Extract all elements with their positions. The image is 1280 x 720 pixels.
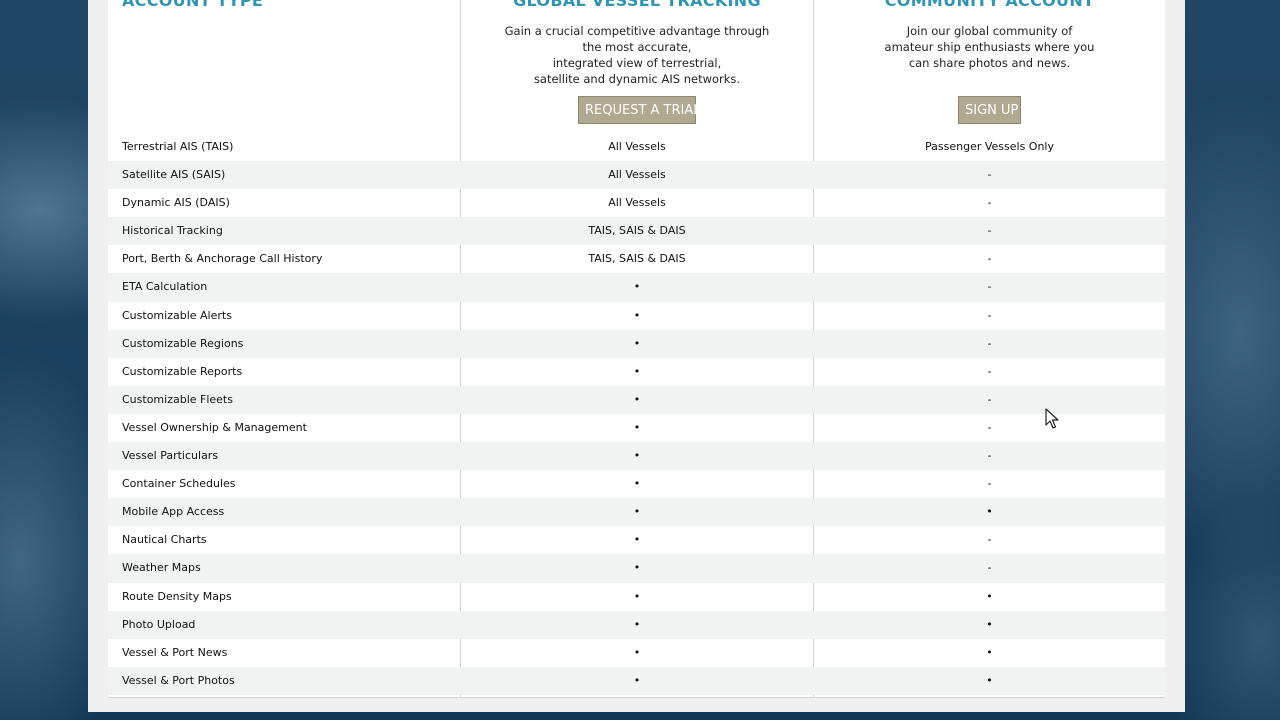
sign-up-button[interactable]: SIGN UP (958, 96, 1021, 124)
feature-name: Historical Tracking (122, 224, 223, 238)
table-row: Customizable Fleets • - (108, 385, 1165, 414)
global-vessel-tracking-value: • (633, 308, 641, 322)
feature-name: Vessel Ownership & Management (122, 420, 307, 434)
global-vessel-tracking-value: TAIS, SAIS & DAIS (588, 224, 686, 238)
table-row: Vessel & Port News • • (108, 639, 1165, 667)
feature-name: Mobile App Access (122, 505, 225, 519)
feature-name: Satellite AIS (SAIS) (122, 168, 226, 182)
global-vessel-tracking-value: • (633, 673, 641, 687)
feature-name: Dynamic AIS (DAIS) (122, 196, 230, 210)
community-account-value: - (987, 420, 992, 434)
community-account-value: • (986, 505, 993, 519)
community-account-heading: COMMUNITY ACCOUNT (884, 0, 1095, 10)
feature-name: Nautical Charts (122, 533, 207, 547)
table-row: Customizable Reports • - (108, 358, 1165, 386)
global-vessel-tracking-value: • (633, 336, 641, 350)
table-row: Container Schedules • - (108, 470, 1165, 498)
community-account-value: • (986, 673, 993, 687)
feature-name: Container Schedules (122, 477, 236, 491)
table-row: Dynamic AIS (DAIS) All Vessels - (108, 189, 1165, 217)
global-vessel-tracking-value: All Vessels (608, 196, 666, 210)
feature-name: Vessel & Port Photos (122, 673, 235, 687)
global-vessel-tracking-value: • (633, 505, 641, 519)
community-account-description: Join our global community of amateur shi… (814, 23, 1165, 71)
feature-name: Customizable Reports (122, 364, 243, 378)
global-vessel-tracking-value: All Vessels (608, 168, 666, 182)
community-account-value: • (986, 589, 993, 603)
global-vessel-tracking-value: • (633, 617, 641, 631)
community-account-value: - (987, 364, 992, 378)
description-line: can share photos and news. (908, 56, 1071, 70)
global-vessel-tracking-heading: GLOBAL VESSEL TRACKING (513, 0, 761, 10)
table-header: ACCOUNT TYPE GLOBAL VESSEL TRACKING Gain… (108, 0, 1165, 133)
table-row: ETA Calculation • - (108, 273, 1165, 302)
table-row: Terrestrial AIS (TAIS) All Vessels Passeng… (108, 133, 1165, 161)
community-account-value: - (987, 561, 992, 575)
feature-name: Customizable Alerts (122, 308, 232, 322)
global-vessel-tracking-value: • (633, 533, 641, 547)
community-account-value: - (987, 252, 992, 266)
table-row: Vessel Particulars • - (108, 442, 1165, 471)
community-account-value: • (986, 645, 993, 659)
feature-name: Photo Upload (122, 617, 196, 631)
feature-name: Port, Berth & Anchorage Call History (122, 252, 323, 266)
table-row: Nautical Charts • - (108, 526, 1165, 554)
description-line: Join our global community of (906, 24, 1073, 38)
community-account-value: Passenger Vessels Only (925, 140, 1054, 153)
community-account-value: • (986, 617, 993, 631)
description-line: Gain a crucial competitive advantage thr… (504, 24, 770, 38)
comparison-panel: ACCOUNT TYPE GLOBAL VESSEL TRACKING Gain… (88, 0, 1185, 712)
global-vessel-tracking-value: • (633, 477, 641, 491)
feature-name: Customizable Fleets (122, 392, 233, 406)
account-type-heading: ACCOUNT TYPE (122, 0, 264, 10)
table-row: Port, Berth & Anchorage Call History TAIS… (108, 245, 1165, 273)
table-row: Vessel Ownership & Management • - (108, 414, 1165, 442)
description-line: satellite and dynamic AIS networks. (533, 72, 741, 86)
global-vessel-tracking-value: • (633, 392, 641, 406)
community-account-value: - (987, 168, 992, 182)
community-account-value: - (987, 308, 992, 322)
description-line: the most accurate, (582, 40, 692, 54)
global-vessel-tracking-value: • (633, 280, 641, 294)
global-vessel-tracking-value: • (633, 589, 641, 603)
community-account-value: - (987, 449, 992, 463)
community-account-value: - (987, 280, 992, 294)
global-vessel-tracking-value: • (633, 364, 641, 378)
global-vessel-tracking-value: • (633, 645, 641, 659)
global-vessel-tracking-value: • (633, 420, 641, 434)
feature-name: Vessel Particulars (122, 449, 219, 463)
feature-name: Vessel & Port News (122, 645, 228, 659)
feature-name: Terrestrial AIS (TAIS) (122, 140, 234, 153)
community-account-value: - (987, 196, 992, 210)
table-row: Route Density Maps • • (108, 583, 1165, 611)
feature-name: ETA Calculation (122, 280, 208, 294)
table-row: Vessel & Port Photos • • (108, 666, 1165, 695)
feature-name: Weather Maps (122, 561, 201, 575)
global-vessel-tracking-value: All Vessels (608, 140, 666, 153)
community-account-value: - (987, 392, 992, 406)
table-row: Customizable Regions • - (108, 329, 1165, 358)
community-account-value: - (987, 477, 992, 491)
global-vessel-tracking-value: • (633, 561, 641, 575)
feature-name: Customizable Regions (122, 336, 244, 350)
mouse-cursor-icon (1045, 408, 1059, 429)
table-row: Customizable Alerts • - (108, 302, 1165, 330)
request-trial-button[interactable]: REQUEST A TRIAL (578, 96, 701, 124)
table-row: Weather Maps • - (108, 554, 1165, 583)
description-line: amateur ship enthusiasts where you (884, 40, 1095, 54)
table-row: Mobile App Access • • (108, 498, 1165, 527)
community-account-value: - (987, 224, 992, 238)
plan-comparison-table: ACCOUNT TYPE GLOBAL VESSEL TRACKING Gain… (108, 0, 1165, 698)
global-vessel-tracking-value: • (633, 449, 641, 463)
feature-name: Route Density Maps (122, 589, 232, 603)
global-vessel-tracking-description: Gain a crucial competitive advantage thr… (461, 23, 813, 87)
table-row: Photo Upload • • (108, 610, 1165, 639)
feature-rows: Terrestrial AIS (TAIS) All Vessels Passeng… (108, 133, 1165, 695)
description-line: integrated view of terrestrial, (552, 56, 722, 70)
community-account-value: - (987, 336, 992, 350)
community-account-value: - (987, 533, 992, 547)
table-row: Historical Tracking TAIS, SAIS & DAIS - (108, 217, 1165, 246)
table-row: Satellite AIS (SAIS) All Vessels - (108, 161, 1165, 190)
global-vessel-tracking-value: TAIS, SAIS & DAIS (588, 252, 686, 266)
